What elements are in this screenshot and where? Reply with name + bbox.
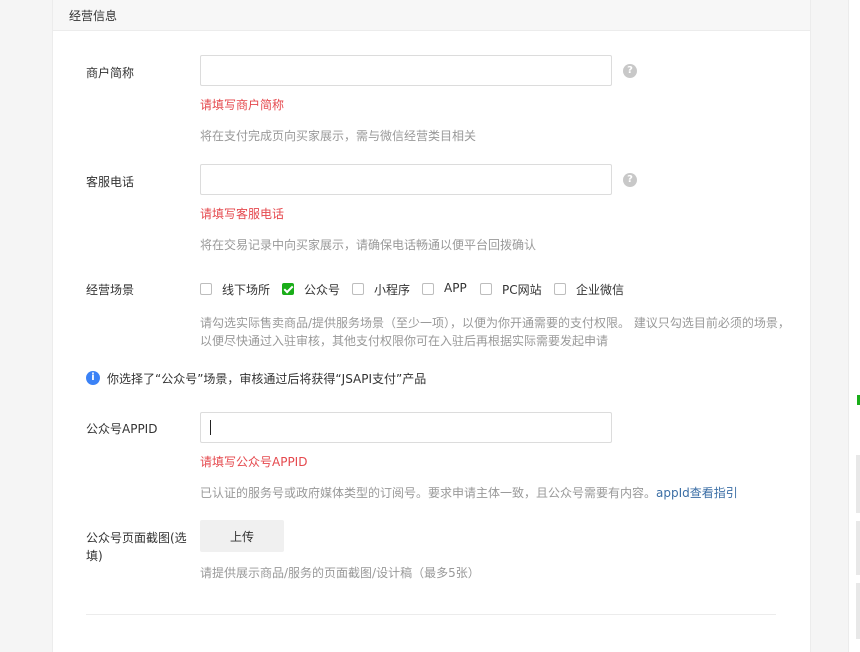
service-phone-input[interactable] <box>200 164 612 195</box>
screenshot-hint: 请提供展示商品/服务的页面截图/设计稿（最多5张） <box>200 566 480 580</box>
checkbox-icon[interactable] <box>352 283 364 295</box>
service-phone-error: 请填写客服电话 <box>200 207 285 221</box>
info-circle-icon: i <box>86 371 100 385</box>
service-phone-help-icon[interactable]: ? <box>623 173 637 187</box>
upload-button[interactable]: 上传 <box>200 520 284 552</box>
appid-label: 公众号APPID <box>86 422 158 436</box>
service-phone-hint: 将在交易记录中向买家展示，请确保电话畅通以便平台回拨确认 <box>200 238 537 252</box>
merchant-name-error: 请填写商户简称 <box>200 98 285 112</box>
section-title: 经营信息 <box>69 9 118 23</box>
appid-hint-text: 已认证的服务号或政府媒体类型的订阅号。要求申请主体一致，且公众号需要有内容。 <box>200 486 657 500</box>
appid-error: 请填写公众号APPID <box>200 455 308 469</box>
scenes-label: 经营场景 <box>86 283 135 297</box>
side-mark <box>856 521 860 575</box>
appid-input[interactable] <box>200 412 612 443</box>
scenes-hint-line2: 以便尽快通过入驻审核，其他支付权限你可在入驻后再根据实际需要发起申请 <box>200 334 609 348</box>
screenshot-label-line1: 公众号页面截图(选 <box>86 531 187 545</box>
side-mark <box>856 583 860 639</box>
checkbox-icon[interactable] <box>554 283 566 295</box>
notice-text: 你选择了“公众号”场景，审核通过后将获得“JSAPI支付”产品 <box>107 372 427 386</box>
merchant-name-input[interactable] <box>200 55 612 86</box>
merchant-name-help-icon[interactable]: ? <box>623 64 637 78</box>
divider <box>86 614 776 615</box>
section-header: 经营信息 <box>53 0 810 31</box>
text-caret <box>210 420 211 435</box>
business-info-card: 经营信息 商户简称 ? 请填写商户简称 将在支付完成页向买家展示，需与微信经营类… <box>52 0 811 652</box>
service-phone-label: 客服电话 <box>86 175 135 189</box>
merchant-name-hint: 将在支付完成页向买家展示，需与微信经营类目相关 <box>200 129 477 143</box>
screenshot-label-line2: 填) <box>86 549 103 563</box>
checkbox-icon[interactable] <box>422 283 434 295</box>
scenes-hint-line1: 请勾选实际售卖商品/提供服务场景（至少一项），以便为你开通需要的支付权限。 建议… <box>200 316 790 330</box>
checkbox-icon[interactable] <box>480 283 492 295</box>
checkbox-checked-icon[interactable] <box>282 283 294 295</box>
right-side-panel <box>848 0 860 652</box>
checkbox-icon[interactable] <box>200 283 212 295</box>
side-mark <box>856 455 860 513</box>
merchant-name-label: 商户简称 <box>86 66 135 80</box>
appid-hint: 已认证的服务号或政府媒体类型的订阅号。要求申请主体一致，且公众号需要有内容。ap… <box>200 484 738 502</box>
appid-guide-link[interactable]: appId查看指引 <box>656 486 738 500</box>
